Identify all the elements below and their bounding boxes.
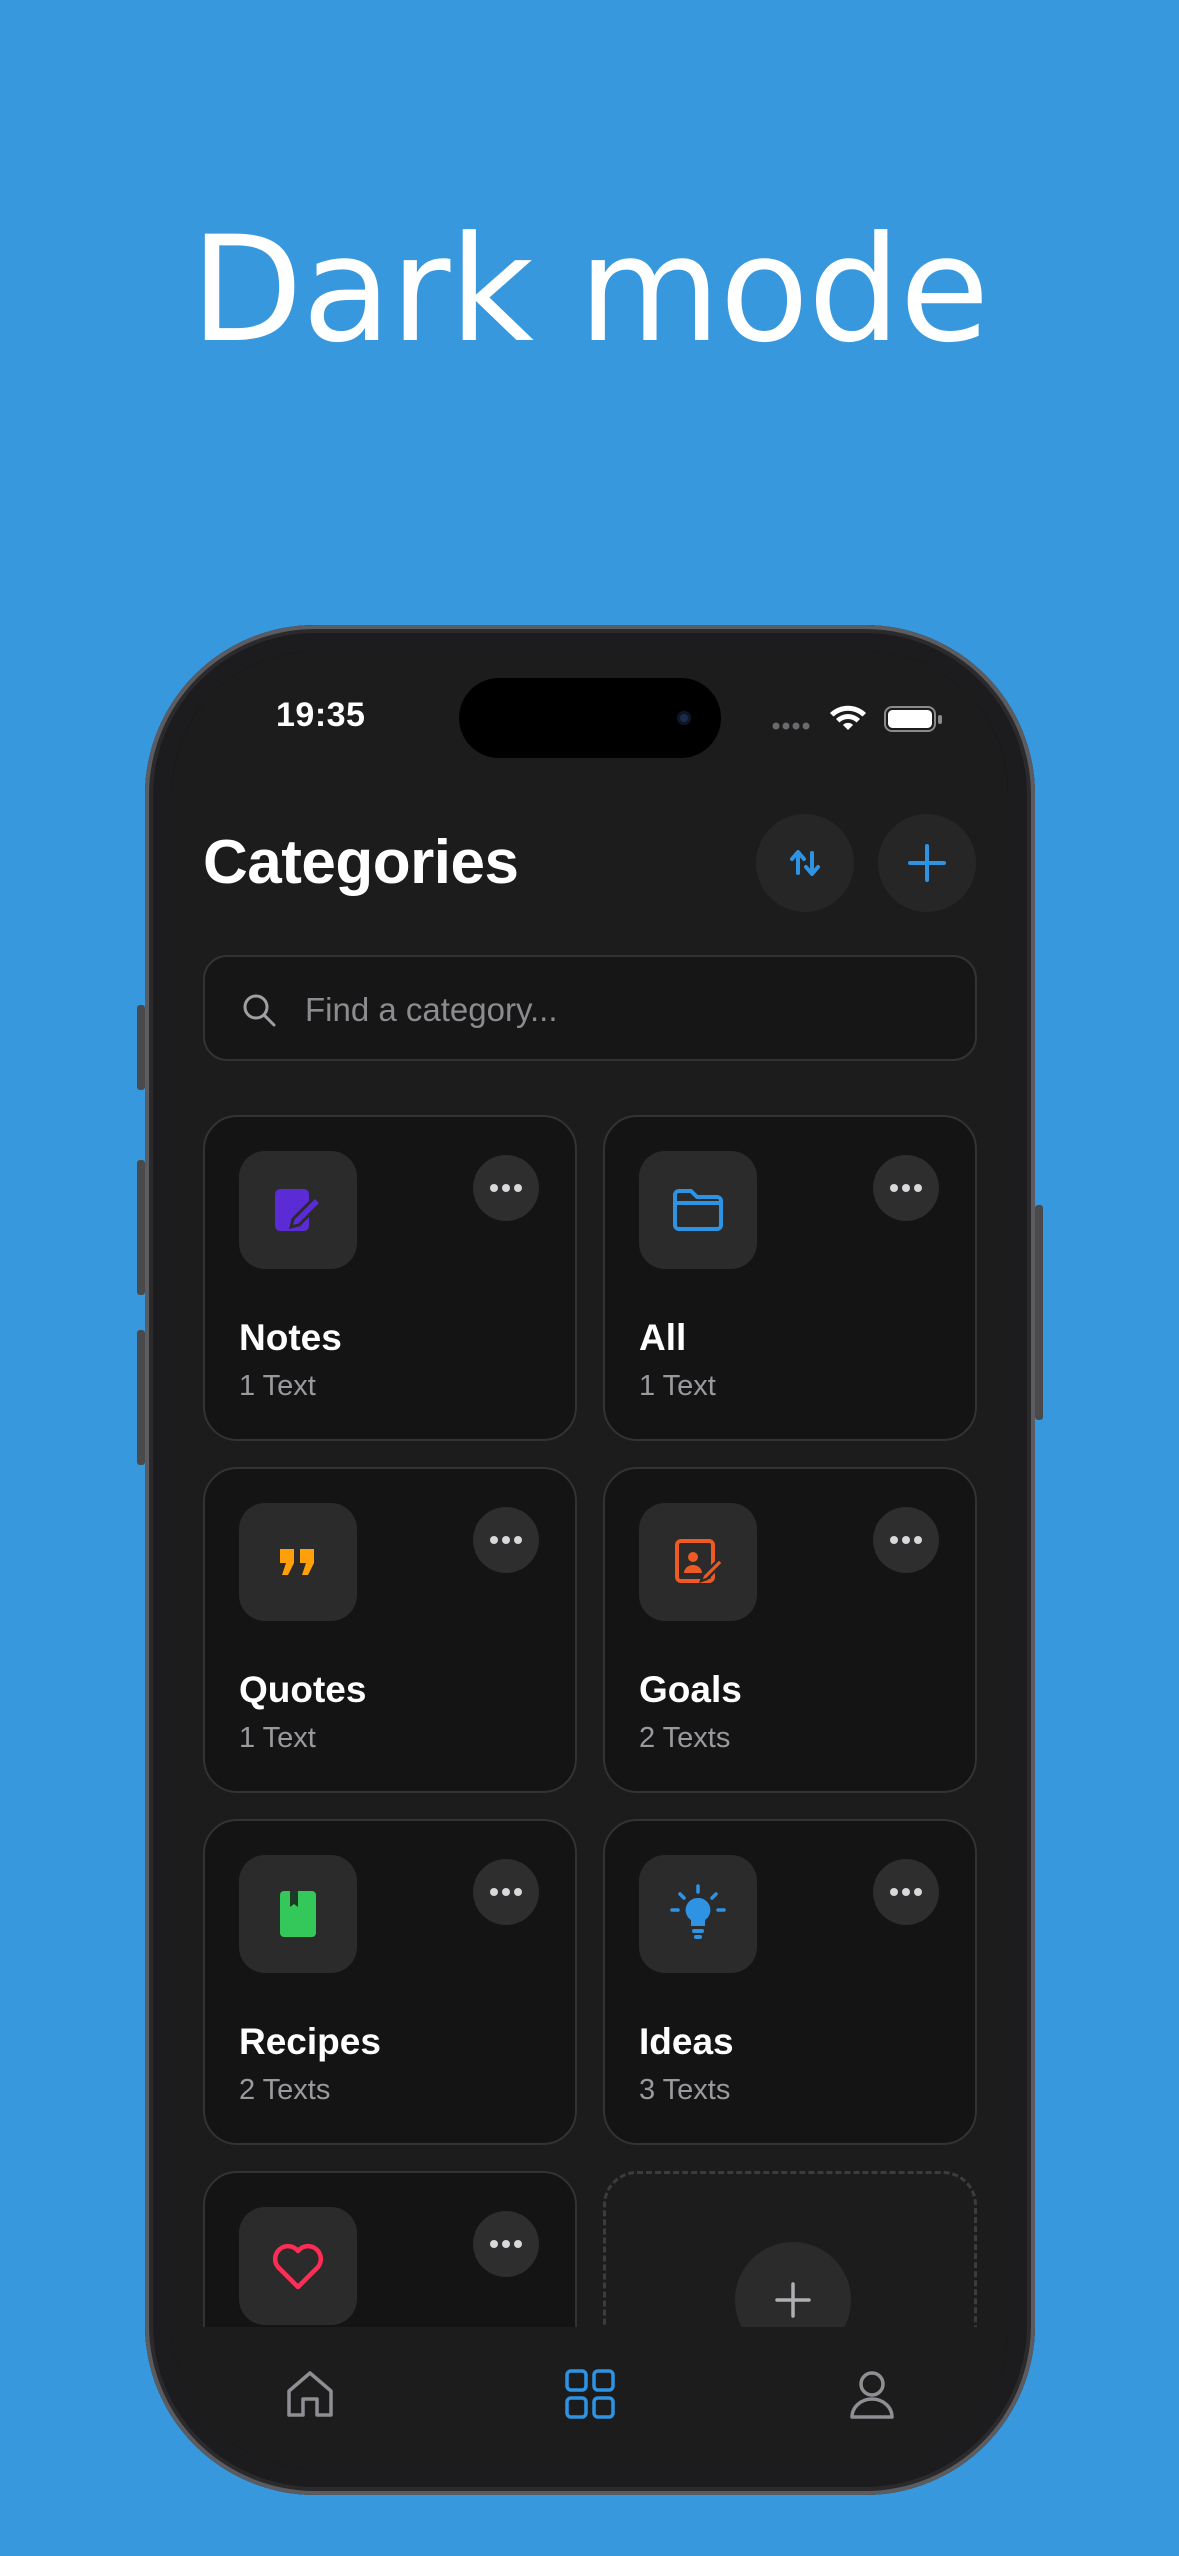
status-time: 19:35 bbox=[276, 696, 366, 734]
status-indicators bbox=[772, 704, 1008, 732]
category-count: 2 Texts bbox=[239, 2074, 331, 2106]
page-title: Categories bbox=[203, 828, 519, 897]
plus-icon bbox=[775, 2282, 811, 2318]
category-icon-tile bbox=[639, 1503, 757, 1621]
category-icon-tile bbox=[239, 1151, 357, 1269]
ellipsis-icon bbox=[490, 1536, 522, 1544]
more-options-button[interactable] bbox=[873, 1859, 939, 1925]
category-name: Recipes bbox=[239, 2021, 381, 2062]
phone-side-button bbox=[137, 1330, 145, 1465]
category-card-quotes[interactable]: Quotes 1 Text bbox=[203, 1467, 577, 1793]
category-count: 1 Text bbox=[239, 1370, 316, 1402]
category-count: 1 Text bbox=[639, 1370, 716, 1402]
category-icon-tile bbox=[239, 1855, 357, 1973]
search-icon bbox=[243, 994, 276, 1027]
wifi-icon bbox=[830, 705, 866, 730]
category-count: 2 Texts bbox=[639, 1722, 731, 1754]
ellipsis-icon bbox=[490, 1184, 522, 1192]
tab-categories[interactable] bbox=[559, 2363, 621, 2425]
more-options-button[interactable] bbox=[873, 1155, 939, 1221]
ellipsis-icon bbox=[490, 2240, 522, 2248]
ellipsis-icon bbox=[490, 1888, 522, 1896]
grid-icon bbox=[565, 2369, 615, 2419]
category-card-goals[interactable]: Goals 2 Texts bbox=[603, 1467, 977, 1793]
phone-side-button bbox=[1035, 1205, 1043, 1420]
folder-icon bbox=[673, 1189, 723, 1231]
category-icon-tile bbox=[639, 1151, 757, 1269]
home-icon bbox=[287, 2371, 333, 2417]
quote-icon bbox=[280, 1549, 314, 1575]
search-input[interactable] bbox=[303, 979, 947, 1041]
headline: Dark mode bbox=[190, 205, 990, 375]
more-options-button[interactable] bbox=[873, 1507, 939, 1573]
category-count: 1 Text bbox=[239, 1722, 316, 1754]
category-name: All bbox=[639, 1317, 687, 1358]
category-name: Notes bbox=[239, 1317, 342, 1358]
signal-icon bbox=[772, 722, 810, 730]
category-name: Ideas bbox=[639, 2021, 734, 2062]
tab-profile[interactable] bbox=[841, 2363, 903, 2425]
ellipsis-icon bbox=[890, 1184, 922, 1192]
lightbulb-icon bbox=[670, 1884, 726, 1939]
camera-icon bbox=[677, 711, 691, 725]
more-options-button[interactable] bbox=[473, 1859, 539, 1925]
category-icon-tile bbox=[239, 1503, 357, 1621]
phone-side-button bbox=[137, 1160, 145, 1295]
note-edit-icon bbox=[275, 1189, 324, 1231]
more-options-button[interactable] bbox=[473, 1155, 539, 1221]
category-card-all[interactable]: All 1 Text bbox=[603, 1115, 977, 1441]
search-bar[interactable] bbox=[203, 955, 977, 1061]
goal-edit-icon bbox=[675, 1539, 725, 1583]
book-icon bbox=[280, 1891, 316, 1937]
category-count: 3 Texts bbox=[639, 2074, 731, 2106]
sort-icon bbox=[790, 850, 820, 876]
category-card-ideas[interactable]: Ideas 3 Texts bbox=[603, 1819, 977, 2145]
more-options-button[interactable] bbox=[473, 1507, 539, 1573]
category-card-notes[interactable]: Notes 1 Text bbox=[203, 1115, 577, 1441]
battery-icon bbox=[884, 706, 942, 732]
phone-screen: 19:35 Categories Find a category... Note… bbox=[172, 652, 1008, 2468]
tab-bar bbox=[172, 2327, 1008, 2468]
plus-icon bbox=[908, 844, 946, 882]
category-icon-tile bbox=[239, 2207, 357, 2325]
heart-icon bbox=[272, 2243, 324, 2290]
category-name: Goals bbox=[639, 1669, 742, 1710]
profile-icon bbox=[850, 2371, 894, 2419]
more-options-button[interactable] bbox=[473, 2211, 539, 2277]
category-name: Quotes bbox=[239, 1669, 367, 1710]
sort-button[interactable] bbox=[756, 814, 854, 912]
ellipsis-icon bbox=[890, 1536, 922, 1544]
phone-side-button bbox=[137, 1005, 145, 1090]
dynamic-island bbox=[459, 678, 721, 758]
tab-home[interactable] bbox=[279, 2363, 341, 2425]
ellipsis-icon bbox=[890, 1888, 922, 1896]
category-card-recipes[interactable]: Recipes 2 Texts bbox=[203, 1819, 577, 2145]
category-icon-tile bbox=[639, 1855, 757, 1973]
add-category-button[interactable] bbox=[878, 814, 976, 912]
